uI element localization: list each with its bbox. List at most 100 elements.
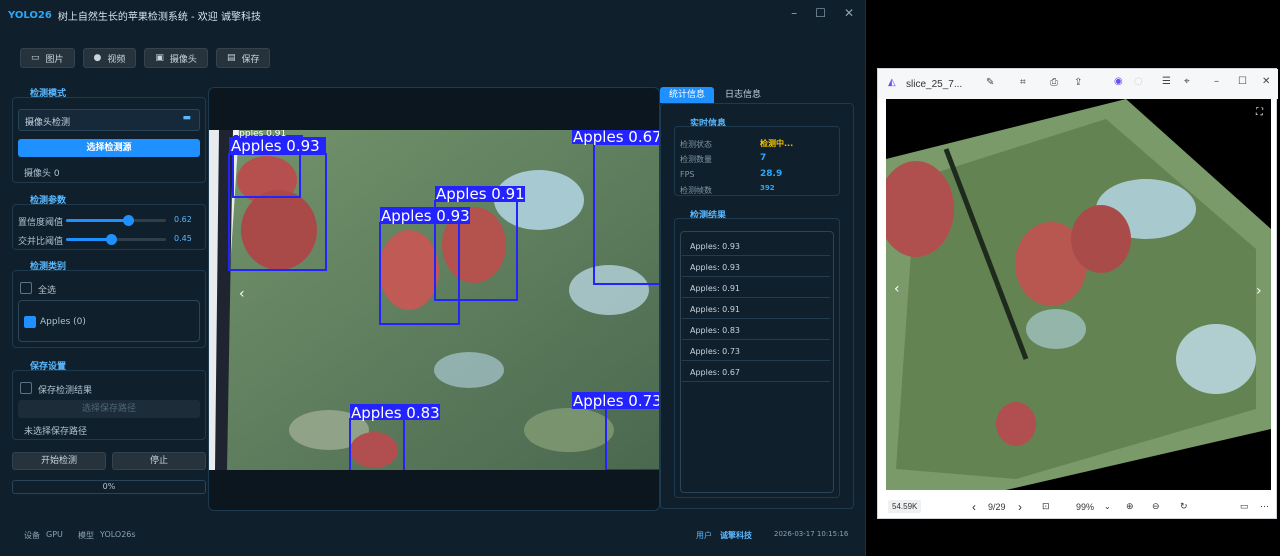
maximize-icon[interactable]: ☐ bbox=[1238, 76, 1247, 87]
model-label: 模型 bbox=[78, 531, 94, 540]
viewer-footer: 54.59K ‹ 9/29 › ⊡ 99% ⌄ ⊕ ⊖ ↻ ▭ ⋯ bbox=[878, 493, 1278, 520]
result-row: Apples: 0.67 bbox=[682, 361, 830, 382]
menu-icon[interactable]: ☰ bbox=[1162, 76, 1171, 87]
next-page-icon[interactable]: › bbox=[1018, 500, 1022, 514]
results-list: Apples: 0.93 Apples: 0.93 Apples: 0.91 Appl… bbox=[680, 231, 834, 493]
app-logo: YOLO26 bbox=[8, 9, 52, 21]
device-label: 设备 bbox=[24, 531, 40, 540]
start-detection-button[interactable]: 开始检测 bbox=[12, 452, 106, 470]
video-display: Apples 0.93 Apples 0.91 Apples 0.93 Appl… bbox=[208, 87, 660, 511]
save-results-label: 保存检测结果 bbox=[38, 386, 93, 396]
page-indicator: 9/29 bbox=[988, 501, 1006, 512]
select-all-checkbox[interactable] bbox=[20, 282, 32, 294]
zoom-dropdown-icon[interactable]: ⌄ bbox=[1104, 502, 1111, 511]
conf-slider-fill bbox=[66, 219, 128, 222]
status-bar: 设备 GPU 模型 YOLO26s 用户 诚擎科技 2026-03-17 10:… bbox=[0, 522, 866, 548]
iou-value: 0.45 bbox=[174, 234, 192, 243]
camera-label: 摄像头 0 bbox=[24, 169, 60, 179]
video-button[interactable]: ● 视频 bbox=[82, 48, 137, 68]
user-label: 用户 bbox=[696, 531, 712, 540]
share-icon[interactable]: ⇪ bbox=[1074, 77, 1082, 88]
tab-log[interactable]: 日志信息 bbox=[718, 87, 768, 103]
detection-app-window: YOLO26 树上自然生长的苹果检测系统 - 欢迎 诚擎科技 – ☐ ✕ ▭ 图片… bbox=[0, 0, 866, 556]
prev-arrow-icon[interactable]: ‹ bbox=[239, 286, 245, 302]
camera-button[interactable]: ▣ 摄像头 bbox=[144, 48, 208, 68]
rotated-apple-image: ‹ › ⛶ bbox=[886, 99, 1271, 490]
select-source-button[interactable]: 选择检测源 bbox=[18, 139, 200, 157]
viewer-filename: slice_25_7... bbox=[906, 78, 963, 90]
fullscreen-icon[interactable]: ⛶ bbox=[1255, 107, 1264, 118]
detect-mode-select-value: 摄像头检测 bbox=[25, 118, 71, 128]
print-icon[interactable]: ⎙ bbox=[1050, 77, 1058, 88]
conf-slider[interactable] bbox=[66, 215, 166, 226]
choose-path-button[interactable]: 选择保存路径 bbox=[18, 400, 200, 418]
zoom-out-icon[interactable]: ⊖ bbox=[1152, 501, 1160, 512]
pin-icon[interactable]: ⌖ bbox=[1184, 76, 1190, 87]
zoom-level[interactable]: 99% bbox=[1076, 502, 1094, 512]
result-row: Apples: 0.91 bbox=[682, 277, 830, 298]
sync-icon: ◌ bbox=[1134, 76, 1143, 87]
close-icon[interactable]: ✕ bbox=[1262, 76, 1270, 87]
iou-slider-fill bbox=[66, 238, 111, 241]
device-value: GPU bbox=[46, 530, 63, 539]
detection-label: Apples 0.93 bbox=[231, 137, 320, 155]
close-icon[interactable]: ✕ bbox=[844, 6, 854, 20]
status-label: 检测状态 bbox=[680, 140, 712, 149]
detection-label: Apples 0.91 bbox=[436, 185, 525, 203]
conf-label: 置信度阈值 bbox=[18, 218, 64, 228]
dropdown-icon: ▬ bbox=[182, 113, 191, 123]
window-controls: – ☐ ✕ bbox=[791, 6, 854, 20]
fps-value: 28.9 bbox=[760, 169, 783, 179]
file-size: 54.59K bbox=[888, 500, 922, 513]
more-icon[interactable]: ⋯ bbox=[1260, 501, 1269, 512]
zoom-in-icon[interactable]: ⊕ bbox=[1126, 501, 1134, 512]
gallery-icon[interactable]: ▭ bbox=[1240, 501, 1249, 512]
conf-value: 0.62 bbox=[174, 215, 192, 224]
detection-label: Apples 0.67 bbox=[573, 130, 660, 146]
save-button[interactable]: ▤ 保存 bbox=[215, 48, 271, 68]
select-all-label: 全选 bbox=[38, 286, 57, 296]
minimize-icon[interactable]: – bbox=[1214, 76, 1219, 87]
tab-stats[interactable]: 统计信息 bbox=[660, 87, 714, 103]
iou-slider-handle[interactable] bbox=[106, 234, 117, 245]
minimize-icon[interactable]: – bbox=[791, 6, 797, 20]
detection-label: Apples 0.93 bbox=[381, 207, 470, 225]
image-button[interactable]: ▭ 图片 bbox=[20, 48, 75, 68]
model-value: YOLO26s bbox=[100, 530, 136, 539]
apples-checkbox[interactable] bbox=[24, 316, 36, 328]
crop-icon[interactable]: ⌗ bbox=[1020, 77, 1026, 88]
count-label: 检测数量 bbox=[680, 155, 712, 164]
title-bar: YOLO26 树上自然生长的苹果检测系统 - 欢迎 诚擎科技 – ☐ ✕ bbox=[0, 0, 866, 30]
iou-slider[interactable] bbox=[66, 234, 166, 245]
stop-button[interactable]: 停止 bbox=[112, 452, 206, 470]
progress-bar: 0% bbox=[12, 480, 206, 494]
rotate-icon[interactable]: ↻ bbox=[1180, 501, 1188, 512]
conf-slider-handle[interactable] bbox=[123, 215, 134, 226]
result-row: Apples: 0.91 bbox=[682, 298, 830, 319]
fit-icon[interactable]: ⊡ bbox=[1042, 501, 1050, 512]
viewer-next-icon[interactable]: › bbox=[1256, 283, 1262, 299]
detect-mode-select[interactable]: 摄像头检测 ▬ bbox=[18, 109, 200, 131]
detection-label: Apples 0.73 bbox=[573, 392, 660, 410]
save-button-label: 保存 bbox=[241, 54, 260, 65]
edit-icon[interactable]: ✎ bbox=[986, 77, 994, 88]
avatar-icon[interactable]: ◉ bbox=[1114, 76, 1123, 87]
status-value: 检测中... bbox=[760, 139, 794, 148]
detection-label: Apples 0.83 bbox=[351, 404, 440, 422]
fps-label: FPS bbox=[680, 170, 695, 179]
maximize-icon[interactable]: ☐ bbox=[815, 6, 826, 20]
detection-label: Apples 0.91 bbox=[233, 130, 286, 139]
camera-icon: ▣ bbox=[155, 53, 164, 63]
save-path-status: 未选择保存路径 bbox=[24, 427, 88, 437]
video-icon: ● bbox=[93, 53, 102, 63]
prev-page-icon[interactable]: ‹ bbox=[972, 500, 976, 514]
viewer-title-bar: ◭ slice_25_7... ✎ ⌗ ⎙ ⇪ ◉ ◌ ☰ ⌖ – ☐ ✕ bbox=[878, 69, 1278, 99]
save-results-checkbox[interactable] bbox=[20, 382, 32, 394]
image-button-label: 图片 bbox=[45, 54, 64, 65]
apples-class-label: Apples (0) bbox=[40, 317, 86, 327]
image-icon: ▭ bbox=[31, 53, 40, 63]
viewer-prev-icon[interactable]: ‹ bbox=[894, 281, 900, 297]
timestamp: 2026-03-17 10:15:16 bbox=[774, 530, 849, 538]
frames-label: 检测帧数 bbox=[680, 186, 712, 195]
user-value: 诚擎科技 bbox=[720, 531, 752, 540]
